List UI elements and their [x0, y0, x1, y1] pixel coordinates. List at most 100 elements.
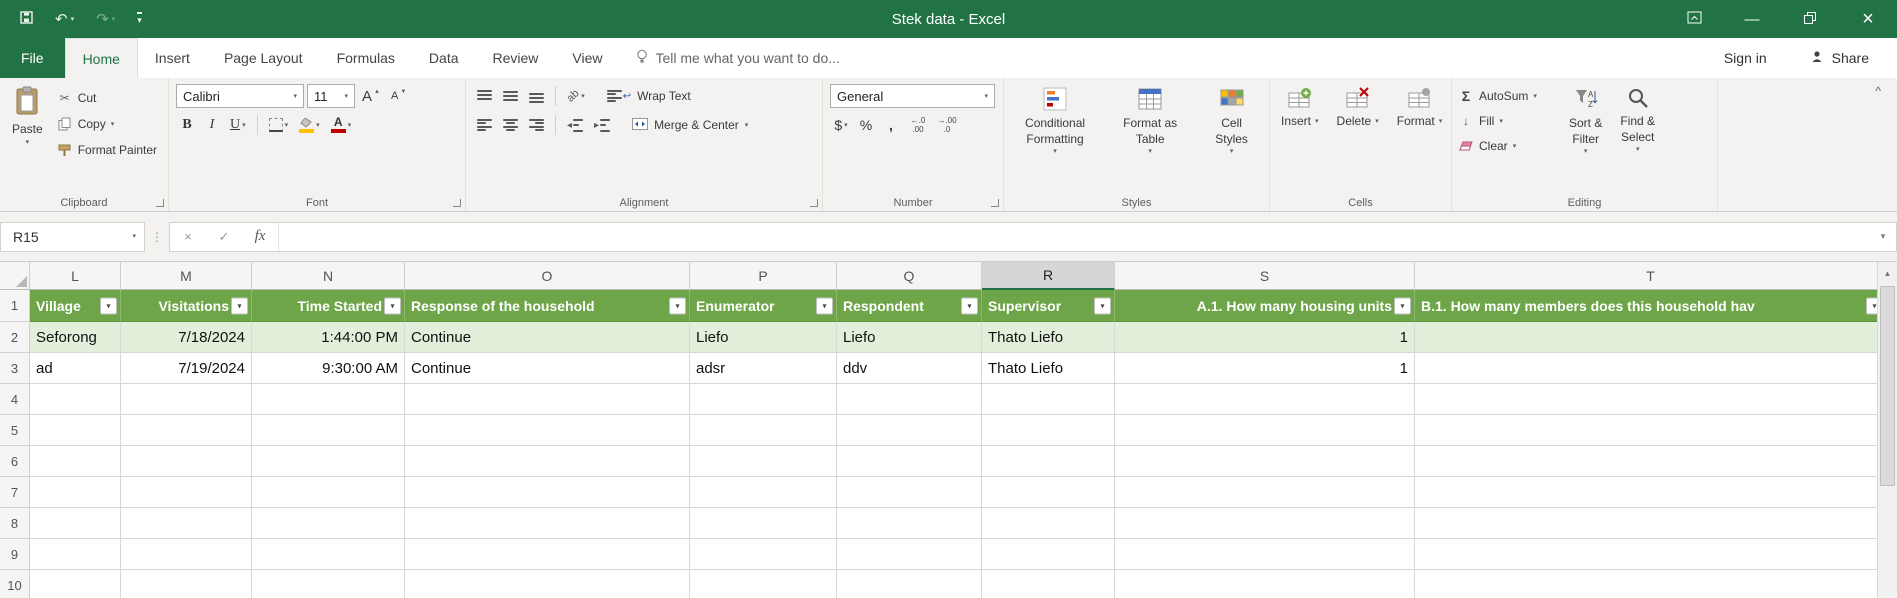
cell-Q6[interactable] [837, 446, 982, 477]
cell-R1[interactable]: Supervisor ▾ [982, 290, 1115, 322]
cell-N6[interactable] [252, 446, 405, 477]
row-header-3[interactable]: 3 [0, 353, 30, 384]
scroll-up-icon[interactable]: ▲ [1878, 262, 1897, 284]
cell-T5[interactable] [1415, 415, 1877, 446]
column-header-T[interactable]: T [1415, 262, 1877, 290]
tab-review[interactable]: Review [476, 38, 556, 78]
cell-N7[interactable] [252, 477, 405, 508]
formula-bar-expand-icon[interactable]: ▾ [1870, 231, 1896, 242]
filter-button-P[interactable]: ▾ [816, 297, 833, 314]
cell-N8[interactable] [252, 508, 405, 539]
cell-styles-button[interactable]: Cell Styles ▾ [1206, 80, 1257, 194]
cell-O9[interactable] [405, 539, 690, 570]
format-cells-button[interactable]: Format ▾ [1388, 80, 1452, 194]
share-button[interactable]: Share [1811, 50, 1869, 66]
cell-M3[interactable]: 7/19/2024 [121, 353, 252, 384]
cell-L6[interactable] [30, 446, 121, 477]
cell-S6[interactable] [1115, 446, 1415, 477]
vertical-scrollbar[interactable]: ▲ [1877, 262, 1897, 598]
column-header-P[interactable]: P [690, 262, 837, 290]
font-name-select[interactable]: Calibri ▾ [176, 84, 304, 108]
cell-T9[interactable] [1415, 539, 1877, 570]
cancel-button[interactable]: × [170, 223, 206, 251]
column-header-Q[interactable]: Q [837, 262, 982, 290]
cell-M8[interactable] [121, 508, 252, 539]
tab-file[interactable]: File [0, 38, 65, 78]
cell-R4[interactable] [982, 384, 1115, 415]
sign-in-button[interactable]: Sign in [1724, 50, 1767, 66]
cell-Q9[interactable] [837, 539, 982, 570]
cell-P6[interactable] [690, 446, 837, 477]
cell-P3[interactable]: adsr [690, 353, 837, 384]
autosum-button[interactable]: Σ AutoSum ▾ [1458, 85, 1554, 107]
cell-M10[interactable] [121, 570, 252, 598]
cell-R7[interactable] [982, 477, 1115, 508]
cell-N4[interactable] [252, 384, 405, 415]
cell-S9[interactable] [1115, 539, 1415, 570]
row-header-1[interactable]: 1 [0, 290, 30, 322]
increase-indent-button[interactable]: ▸ [590, 113, 614, 137]
cell-N10[interactable] [252, 570, 405, 598]
merge-center-button[interactable]: Merge & Center ▾ [625, 113, 755, 137]
cell-P10[interactable] [690, 570, 837, 598]
underline-button[interactable]: U ▾ [226, 113, 250, 137]
cell-O4[interactable] [405, 384, 690, 415]
column-header-O[interactable]: O [405, 262, 690, 290]
cell-Q10[interactable] [837, 570, 982, 598]
cell-N3[interactable]: 9:30:00 AM [252, 353, 405, 384]
cell-O3[interactable]: Continue [405, 353, 690, 384]
row-header-8[interactable]: 8 [0, 508, 30, 539]
cell-Q3[interactable]: ddv [837, 353, 982, 384]
fill-color-button[interactable]: ▾ [295, 113, 324, 137]
cell-P5[interactable] [690, 415, 837, 446]
column-header-S[interactable]: S [1115, 262, 1415, 290]
cell-O8[interactable] [405, 508, 690, 539]
cut-button[interactable]: ✂ Cut [53, 87, 161, 109]
accounting-format-button[interactable]: $ ▾ [830, 113, 852, 137]
tab-insert[interactable]: Insert [138, 38, 207, 78]
save-button[interactable] [14, 4, 39, 34]
cell-R3[interactable]: Thato Liefo [982, 353, 1115, 384]
formula-input[interactable] [278, 222, 1870, 251]
cell-S7[interactable] [1115, 477, 1415, 508]
cell-Q8[interactable] [837, 508, 982, 539]
tab-home[interactable]: Home [64, 38, 138, 78]
format-painter-button[interactable]: Format Painter [53, 139, 161, 161]
cell-R5[interactable] [982, 415, 1115, 446]
cell-O10[interactable] [405, 570, 690, 598]
tab-data[interactable]: Data [412, 38, 476, 78]
find-select-button[interactable]: Find & Select ▾ [1611, 80, 1664, 194]
cell-T7[interactable] [1415, 477, 1877, 508]
cell-L1[interactable]: Village ▾ [30, 290, 121, 322]
italic-button[interactable]: I [201, 113, 223, 137]
cell-Q5[interactable] [837, 415, 982, 446]
tab-formulas[interactable]: Formulas [320, 38, 412, 78]
cell-P4[interactable] [690, 384, 837, 415]
cell-L5[interactable] [30, 415, 121, 446]
cell-T10[interactable] [1415, 570, 1877, 598]
conditional-formatting-button[interactable]: Conditional Formatting ▾ [1016, 80, 1094, 194]
filter-button-L[interactable]: ▾ [100, 297, 117, 314]
grow-font-button[interactable]: A ▲ [358, 84, 384, 108]
copy-button[interactable]: Copy ▾ [53, 113, 161, 135]
name-box-dropdown-icon[interactable]: ▾ [132, 233, 136, 240]
cell-S2[interactable]: 1 [1115, 322, 1415, 353]
number-format-select[interactable]: General ▾ [830, 84, 995, 108]
middle-align-button[interactable] [499, 84, 522, 108]
filter-button-Q[interactable]: ▾ [961, 297, 978, 314]
row-header-4[interactable]: 4 [0, 384, 30, 415]
tab-page-layout[interactable]: Page Layout [207, 38, 320, 78]
close-button[interactable]: × [1839, 0, 1897, 38]
clear-button[interactable]: Clear ▾ [1458, 135, 1554, 157]
cell-S8[interactable] [1115, 508, 1415, 539]
cell-R2[interactable]: Thato Liefo [982, 322, 1115, 353]
redo-button[interactable]: ↷ ▾ [90, 4, 121, 34]
font-size-select[interactable]: 11 ▾ [307, 84, 355, 108]
cell-P7[interactable] [690, 477, 837, 508]
column-header-L[interactable]: L [30, 262, 121, 290]
enter-button[interactable]: ✓ [206, 223, 242, 251]
filter-button-O[interactable]: ▾ [669, 297, 686, 314]
cell-M1[interactable]: Visitations ▾ [121, 290, 252, 322]
cell-P1[interactable]: Enumerator ▾ [690, 290, 837, 322]
sort-filter-button[interactable]: AZ Sort & Filter ▾ [1560, 80, 1611, 194]
